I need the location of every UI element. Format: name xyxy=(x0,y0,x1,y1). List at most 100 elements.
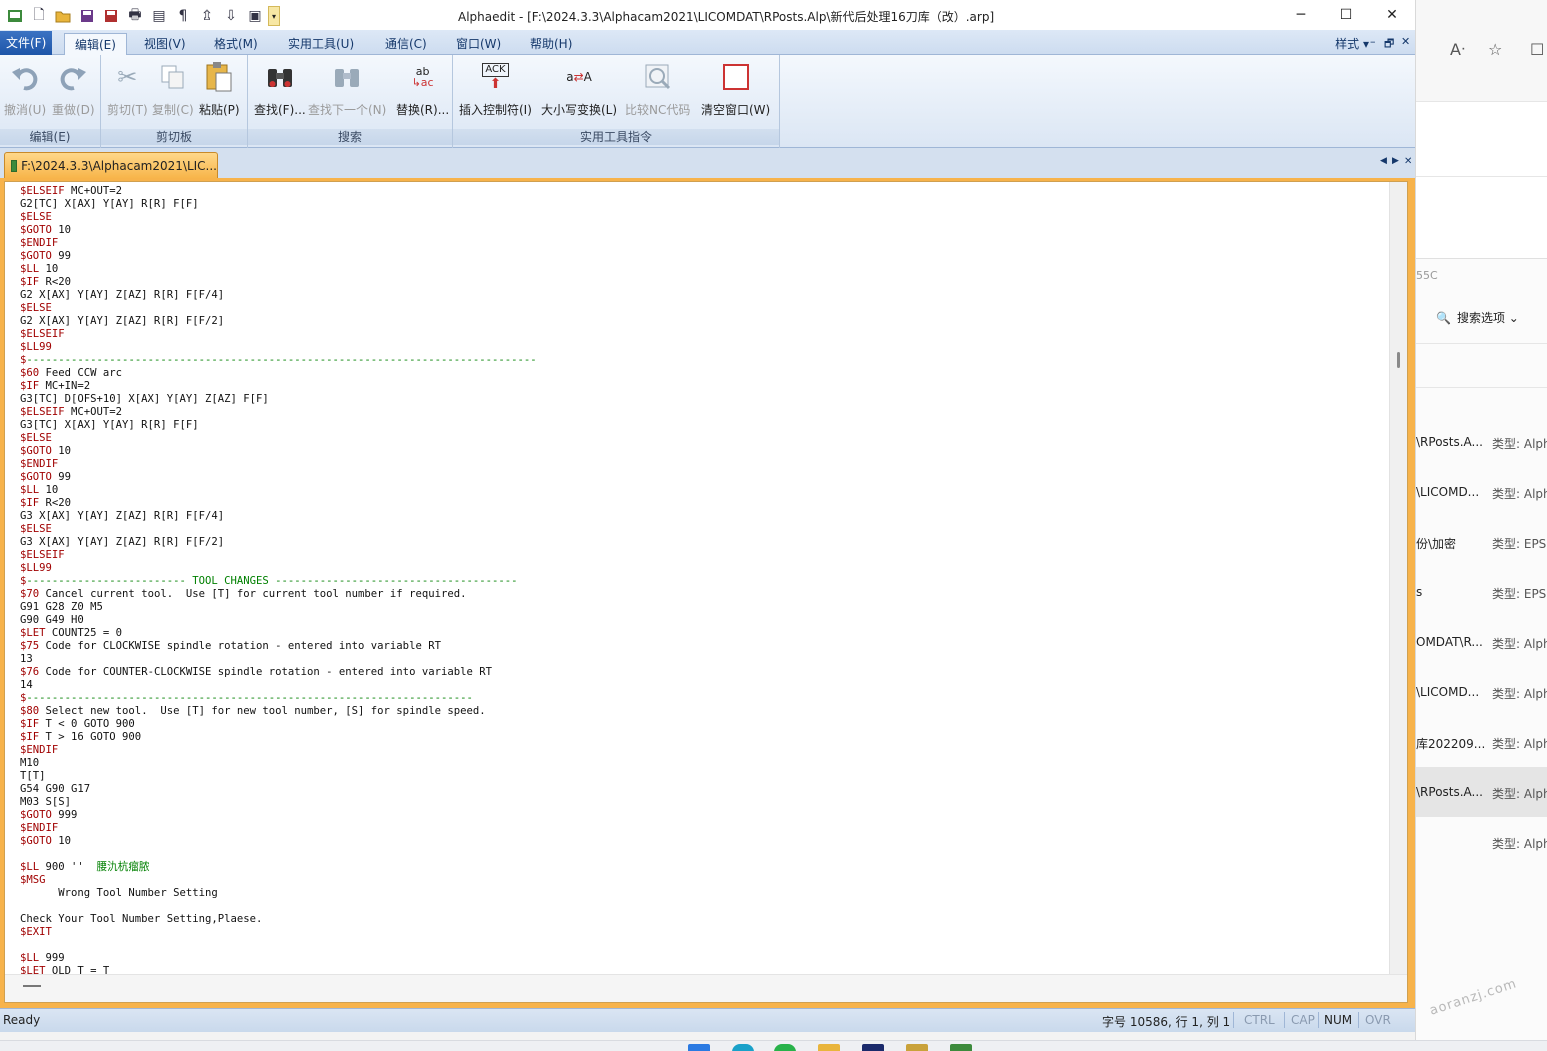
open-folder-icon[interactable] xyxy=(52,6,74,26)
app-icon[interactable] xyxy=(4,6,26,26)
file-menu[interactable]: 文件(F) xyxy=(0,31,53,55)
search-result-item[interactable]: 类型: Alph xyxy=(1416,817,1547,867)
search-result-item[interactable]: OMDAT\R... 类型: Alph xyxy=(1416,617,1547,667)
code-line[interactable]: $60 Feed CCW arc xyxy=(20,367,537,380)
search-result-item[interactable]: \LICOMD... 类型: Alph xyxy=(1416,667,1547,717)
code-line[interactable]: $EXIT xyxy=(20,926,537,939)
tab-format[interactable]: 格式(M) xyxy=(204,33,268,55)
print-preview-icon[interactable]: ▤ xyxy=(148,6,170,26)
code-line[interactable]: $GOTO 10 xyxy=(20,224,537,237)
receive-icon[interactable]: ⇩ xyxy=(220,6,242,26)
search-result-item[interactable]: \RPosts.A... 类型: Alph xyxy=(1416,417,1547,467)
code-line[interactable]: $LL 900 '' 腰氿杭瘤脓 xyxy=(20,861,537,874)
read-aloud-icon[interactable]: Aᐧ xyxy=(1450,40,1465,59)
document-tab[interactable]: F:\2024.3.3\Alphacam2021\LIC... xyxy=(4,152,218,178)
replace-button[interactable]: ab ↳ac 替换(R)... xyxy=(396,61,449,118)
start-icon[interactable] xyxy=(688,1044,710,1051)
search-options-button[interactable]: 🔍 搜索选项 ⌄ xyxy=(1436,309,1519,326)
code-line[interactable]: $GOTO 999 xyxy=(20,809,537,822)
code-line[interactable]: $GOTO 99 xyxy=(20,250,537,263)
code-line[interactable]: G3[TC] X[AX] Y[AY] R[R] F[F] xyxy=(20,419,537,432)
code-line[interactable]: $ENDIF xyxy=(20,458,537,471)
code-editor[interactable]: $ELSEIF MC+OUT=2 G2[TC] X[AX] Y[AY] R[R] … xyxy=(4,181,1408,1003)
copy-button[interactable]: 复制(C) xyxy=(152,61,194,118)
cut-button[interactable]: ✂ 剪切(T) xyxy=(107,61,148,118)
code-line[interactable]: G2 X[AX] Y[AY] Z[AZ] R[R] F[F/2] xyxy=(20,315,537,328)
tab-scroll-left-icon[interactable]: ◀ xyxy=(1380,156,1387,166)
print-icon[interactable]: 🖶 xyxy=(124,6,146,26)
code-line[interactable]: M03 S[S] xyxy=(20,796,537,809)
code-line[interactable]: $ELSEIF xyxy=(20,328,537,341)
case-convert-button[interactable]: a ⇄ A 大小写变换(L) xyxy=(541,61,617,118)
paste-button[interactable]: 粘贴(P) xyxy=(199,61,240,118)
code-line[interactable]: $IF MC+IN=2 xyxy=(20,380,537,393)
code-line[interactable]: G3[TC] D[OFS+10] X[AX] Y[AY] Z[AZ] F[F] xyxy=(20,393,537,406)
tab-edit[interactable]: 编辑(E) xyxy=(64,33,127,55)
minimize-button[interactable]: ─ xyxy=(1278,0,1324,30)
horizontal-scroll-thumb[interactable] xyxy=(23,985,41,987)
code-line[interactable]: Wrong Tool Number Setting xyxy=(20,887,537,900)
code-line[interactable]: $LL 999 xyxy=(20,952,537,965)
code-line[interactable]: $ELSEIF MC+OUT=2 xyxy=(20,185,537,198)
tab-communication[interactable]: 通信(C) xyxy=(375,33,437,55)
maximize-button[interactable]: ☐ xyxy=(1323,0,1369,30)
code-line[interactable] xyxy=(20,848,537,861)
find-next-button[interactable]: 查找下一个(N) xyxy=(308,61,386,118)
code-line[interactable]: $LL99 xyxy=(20,562,537,575)
find-button[interactable]: 查找(F)... xyxy=(254,61,306,118)
clear-window-button[interactable]: 清空窗口(W) xyxy=(701,61,770,118)
collections-icon[interactable]: ☐ xyxy=(1530,40,1544,59)
code-line[interactable]: M10 xyxy=(20,757,537,770)
code-line[interactable]: G54 G90 G17 xyxy=(20,783,537,796)
horizontal-scrollbar[interactable] xyxy=(5,974,1407,1002)
code-line[interactable]: $80 Select new tool. Use [T] for new too… xyxy=(20,705,537,718)
code-line[interactable]: G91 G28 Z0 M5 xyxy=(20,601,537,614)
mdi-close-button[interactable]: ✕ xyxy=(1401,35,1410,48)
code-line[interactable]: $ELSEIF xyxy=(20,549,537,562)
monitor-icon[interactable]: ▣ xyxy=(244,6,266,26)
code-line[interactable]: G3 X[AX] Y[AY] Z[AZ] R[R] F[F/2] xyxy=(20,536,537,549)
code-line[interactable]: $IF R<20 xyxy=(20,497,537,510)
code-text[interactable]: $ELSEIF MC+OUT=2 G2[TC] X[AX] Y[AY] R[R] … xyxy=(20,185,537,978)
mdi-restore-button[interactable]: 🗗 xyxy=(1384,35,1394,54)
save-icon[interactable] xyxy=(76,6,98,26)
tab-view[interactable]: 视图(V) xyxy=(134,33,196,55)
explorer-taskbar-icon[interactable] xyxy=(818,1044,840,1051)
search-result-item[interactable]: \LICOMD... 类型: Alph xyxy=(1416,467,1547,517)
search-result-item[interactable]: s 类型: EPS xyxy=(1416,567,1547,617)
code-line[interactable]: G2 X[AX] Y[AY] Z[AZ] R[R] F[F/4] xyxy=(20,289,537,302)
search-result-item[interactable]: 份\加密 类型: EPS xyxy=(1416,517,1547,567)
code-line[interactable]: $LL99 xyxy=(20,341,537,354)
code-line[interactable]: $ENDIF xyxy=(20,744,537,757)
tab-scroll-right-icon[interactable]: ▶ xyxy=(1392,156,1399,166)
style-dropdown[interactable]: 样式 ▾ xyxy=(1335,35,1369,52)
code-line[interactable]: G3 X[AX] Y[AY] Z[AZ] R[R] F[F/4] xyxy=(20,510,537,523)
code-line[interactable]: $ENDIF xyxy=(20,822,537,835)
title-bar[interactable]: 🗋 🖶 ▤ ¶ ⇬ ⇩ ▣ ▾ Alphaedit - [F:\2024.3.3… xyxy=(0,0,1415,30)
code-line[interactable]: Check Your Tool Number Setting,Plaese. xyxy=(20,913,537,926)
code-line[interactable] xyxy=(20,939,537,952)
tab-help[interactable]: 帮助(H) xyxy=(520,33,582,55)
code-line[interactable]: $GOTO 10 xyxy=(20,835,537,848)
tab-utilities[interactable]: 实用工具(U) xyxy=(278,33,364,55)
compare-nc-button[interactable]: 比较NC代码 xyxy=(625,61,690,118)
code-line[interactable]: T[T] xyxy=(20,770,537,783)
code-line[interactable]: $LL 10 xyxy=(20,484,537,497)
code-line[interactable]: $ELSE xyxy=(20,432,537,445)
vertical-scroll-thumb[interactable] xyxy=(1397,352,1400,368)
app-taskbar-icon[interactable] xyxy=(862,1044,884,1051)
qat-customize-dropdown[interactable]: ▾ xyxy=(268,6,280,26)
close-button[interactable]: ✕ xyxy=(1369,0,1415,30)
code-line[interactable]: $ELSEIF MC+OUT=2 xyxy=(20,406,537,419)
code-line[interactable]: $75 Code for CLOCKWISE spindle rotation … xyxy=(20,640,537,653)
app2-taskbar-icon[interactable] xyxy=(906,1044,928,1051)
code-line[interactable]: $------------------------- TOOL CHANGES … xyxy=(20,575,537,588)
code-line[interactable]: $IF T < 0 GOTO 900 xyxy=(20,718,537,731)
code-line[interactable]: $IF T > 16 GOTO 900 xyxy=(20,731,537,744)
code-line[interactable]: $---------------------------------------… xyxy=(20,692,537,705)
save-all-icon[interactable] xyxy=(100,6,122,26)
code-line[interactable]: $ELSE xyxy=(20,211,537,224)
code-line[interactable] xyxy=(20,900,537,913)
code-line[interactable]: $70 Cancel current tool. Use [T] for cur… xyxy=(20,588,537,601)
code-line[interactable]: $GOTO 99 xyxy=(20,471,537,484)
